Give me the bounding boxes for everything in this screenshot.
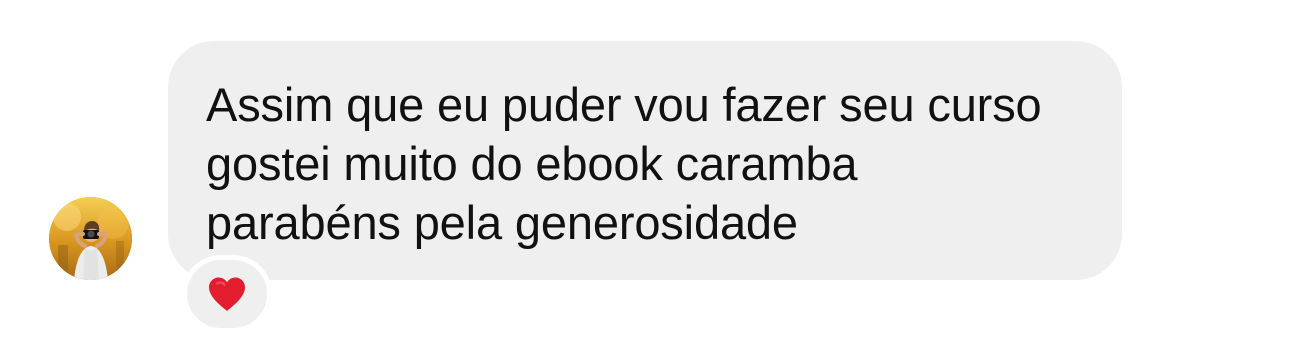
- message-text: Assim que eu puder vou fazer seu curso g…: [206, 78, 1042, 249]
- avatar[interactable]: [49, 197, 132, 280]
- message-bubble[interactable]: Assim que eu puder vou fazer seu curso g…: [168, 41, 1122, 280]
- heart-icon: [209, 277, 245, 311]
- photographer-avatar-icon: [49, 197, 132, 280]
- chat-message-row: Assim que eu puder vou fazer seu curso g…: [0, 0, 1290, 359]
- reaction-badge[interactable]: [182, 255, 272, 333]
